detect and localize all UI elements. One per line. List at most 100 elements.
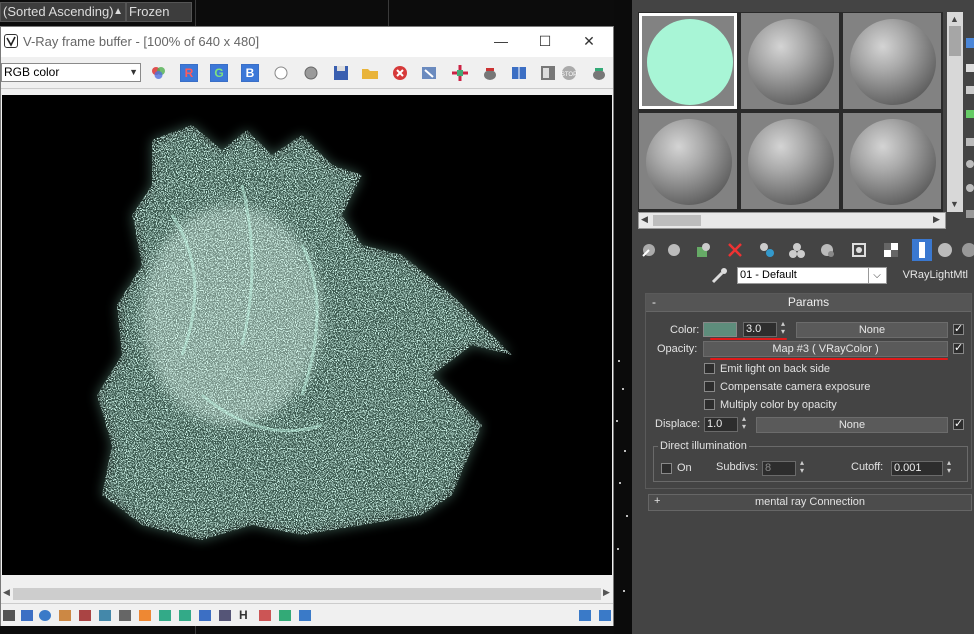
white-dot-icon[interactable] xyxy=(272,64,290,82)
hsl-icon[interactable] xyxy=(79,610,91,621)
chevron-down-icon[interactable]: ⌵ xyxy=(868,268,885,283)
assign-material-icon[interactable] xyxy=(694,241,712,259)
compare-split-icon[interactable] xyxy=(259,610,271,621)
go-forward-sibling-icon[interactable] xyxy=(936,241,954,259)
scroll-down-icon[interactable]: ▼ xyxy=(950,199,959,209)
displace-spinner[interactable] xyxy=(741,414,751,432)
panel-icon[interactable] xyxy=(579,610,591,621)
sample-type-icon[interactable] xyxy=(966,38,974,48)
make-unique-icon[interactable] xyxy=(758,241,776,259)
compensate-exposure-checkbox[interactable] xyxy=(704,381,715,392)
lut-icon[interactable] xyxy=(3,610,15,621)
get-material-icon[interactable] xyxy=(640,241,658,259)
params-rollout-header[interactable]: - Params xyxy=(646,294,971,312)
put-to-scene-icon[interactable] xyxy=(665,241,683,259)
material-slot[interactable] xyxy=(843,113,941,209)
balance-icon[interactable] xyxy=(139,610,151,621)
minimize-button[interactable]: — xyxy=(479,27,523,57)
displace-amount-field[interactable]: 1.0 xyxy=(704,417,738,432)
vfb-title-bar[interactable]: V-Ray frame buffer - [100% of 640 x 480]… xyxy=(1,27,613,57)
material-slot[interactable] xyxy=(741,113,839,209)
red-channel-button[interactable]: R xyxy=(180,64,198,82)
color-multiplier-field[interactable]: 3.0 xyxy=(743,322,777,337)
color-multiplier-spinner[interactable] xyxy=(780,319,790,337)
uv-tiling-icon[interactable] xyxy=(966,110,974,118)
maximize-button[interactable]: ☐ xyxy=(523,27,567,57)
backlight-icon[interactable] xyxy=(966,64,974,72)
clear-icon[interactable] xyxy=(391,64,409,82)
channel-select[interactable]: RGB color ▼ xyxy=(1,63,141,82)
scroll-thumb[interactable] xyxy=(949,26,961,56)
sort-column-header[interactable]: (Sorted Ascending) ▲ xyxy=(0,2,126,22)
material-slot[interactable] xyxy=(639,113,737,209)
pixel-aspect-icon[interactable] xyxy=(279,610,291,621)
go-to-parent-icon[interactable] xyxy=(912,239,932,261)
cutoff-field[interactable]: 0.001 xyxy=(891,461,943,476)
close-button[interactable]: ✕ xyxy=(567,27,611,57)
exposure-icon[interactable] xyxy=(99,610,111,621)
save-icon[interactable] xyxy=(332,64,350,82)
navigator-icon[interactable] xyxy=(960,241,974,259)
track-mouse-icon[interactable] xyxy=(420,64,438,82)
displace-map-checkbox[interactable] xyxy=(953,417,964,430)
multiply-opacity-checkbox[interactable] xyxy=(704,399,715,410)
ocio-icon[interactable] xyxy=(219,610,231,621)
slots-vertical-scrollbar[interactable]: ▲ ▼ xyxy=(947,12,963,212)
video-check-icon[interactable] xyxy=(966,138,974,146)
history-icon[interactable] xyxy=(539,64,557,82)
options-icon[interactable] xyxy=(966,184,974,192)
material-slot[interactable] xyxy=(843,13,941,109)
compare-icon[interactable] xyxy=(510,64,528,82)
scroll-left-icon[interactable]: ◀ xyxy=(3,587,10,598)
direct-illumination-on-checkbox[interactable] xyxy=(661,463,672,474)
render-teapot-icon[interactable] xyxy=(481,64,499,82)
color-channels-icon[interactable] xyxy=(150,64,168,82)
frozen-column-header[interactable]: Frozen xyxy=(126,2,192,22)
select-by-material-icon[interactable] xyxy=(966,210,974,218)
green-channel-button[interactable]: G xyxy=(210,64,228,82)
cutoff-spinner[interactable] xyxy=(946,458,956,476)
horizontal-scrollbar[interactable]: ◀ ▶ xyxy=(1,585,613,603)
subdivs-spinner[interactable] xyxy=(799,458,809,476)
color-map-button[interactable]: None xyxy=(796,322,948,338)
stamp-icon[interactable] xyxy=(299,610,311,621)
color-correct-icon[interactable] xyxy=(159,610,171,621)
color-map-checkbox[interactable] xyxy=(953,322,964,335)
curve-icon[interactable] xyxy=(59,610,71,621)
background-icon[interactable] xyxy=(966,86,974,94)
info-icon[interactable] xyxy=(39,610,51,621)
reset-map-icon[interactable] xyxy=(726,241,744,259)
scroll-thumb[interactable] xyxy=(13,588,601,600)
put-to-library-icon[interactable] xyxy=(788,241,806,259)
histogram-icon[interactable] xyxy=(119,610,131,621)
h-icon[interactable]: H xyxy=(239,609,251,621)
show-map-in-viewport-icon[interactable] xyxy=(850,241,868,259)
material-slot[interactable] xyxy=(639,13,737,109)
level-icon[interactable] xyxy=(21,610,33,621)
color-swatch[interactable] xyxy=(703,322,737,337)
scroll-right-icon[interactable]: ▶ xyxy=(603,587,610,598)
displace-map-button[interactable]: None xyxy=(756,417,948,433)
material-name-field[interactable]: 01 - Default ⌵ xyxy=(737,267,887,284)
display-icon[interactable] xyxy=(199,610,211,621)
render-teapot-icon[interactable] xyxy=(590,64,608,82)
preview-icon[interactable] xyxy=(966,160,974,168)
blue-channel-button[interactable]: B xyxy=(241,64,259,82)
scroll-up-icon[interactable]: ▲ xyxy=(950,14,959,24)
scroll-thumb[interactable] xyxy=(653,215,701,226)
open-folder-icon[interactable] xyxy=(361,64,379,82)
eyedropper-icon[interactable] xyxy=(710,267,728,288)
scroll-left-icon[interactable]: ◀ xyxy=(641,214,648,225)
opacity-map-checkbox[interactable] xyxy=(953,341,964,354)
slots-horizontal-scrollbar[interactable]: ◀ ▶ xyxy=(638,212,946,229)
mono-dot-icon[interactable] xyxy=(302,64,320,82)
material-id-icon[interactable] xyxy=(818,241,836,259)
show-end-result-icon[interactable] xyxy=(882,241,900,259)
stop-icon[interactable]: STOP xyxy=(560,64,578,82)
scroll-right-icon[interactable]: ▶ xyxy=(933,214,940,225)
srgb-icon[interactable] xyxy=(179,610,191,621)
material-type-button[interactable]: VRayLightMtl xyxy=(894,267,972,284)
subdivs-field[interactable]: 8 xyxy=(762,461,796,476)
opacity-map-button[interactable]: Map #3 ( VRayColor ) xyxy=(703,341,948,357)
material-slot[interactable] xyxy=(741,13,839,109)
